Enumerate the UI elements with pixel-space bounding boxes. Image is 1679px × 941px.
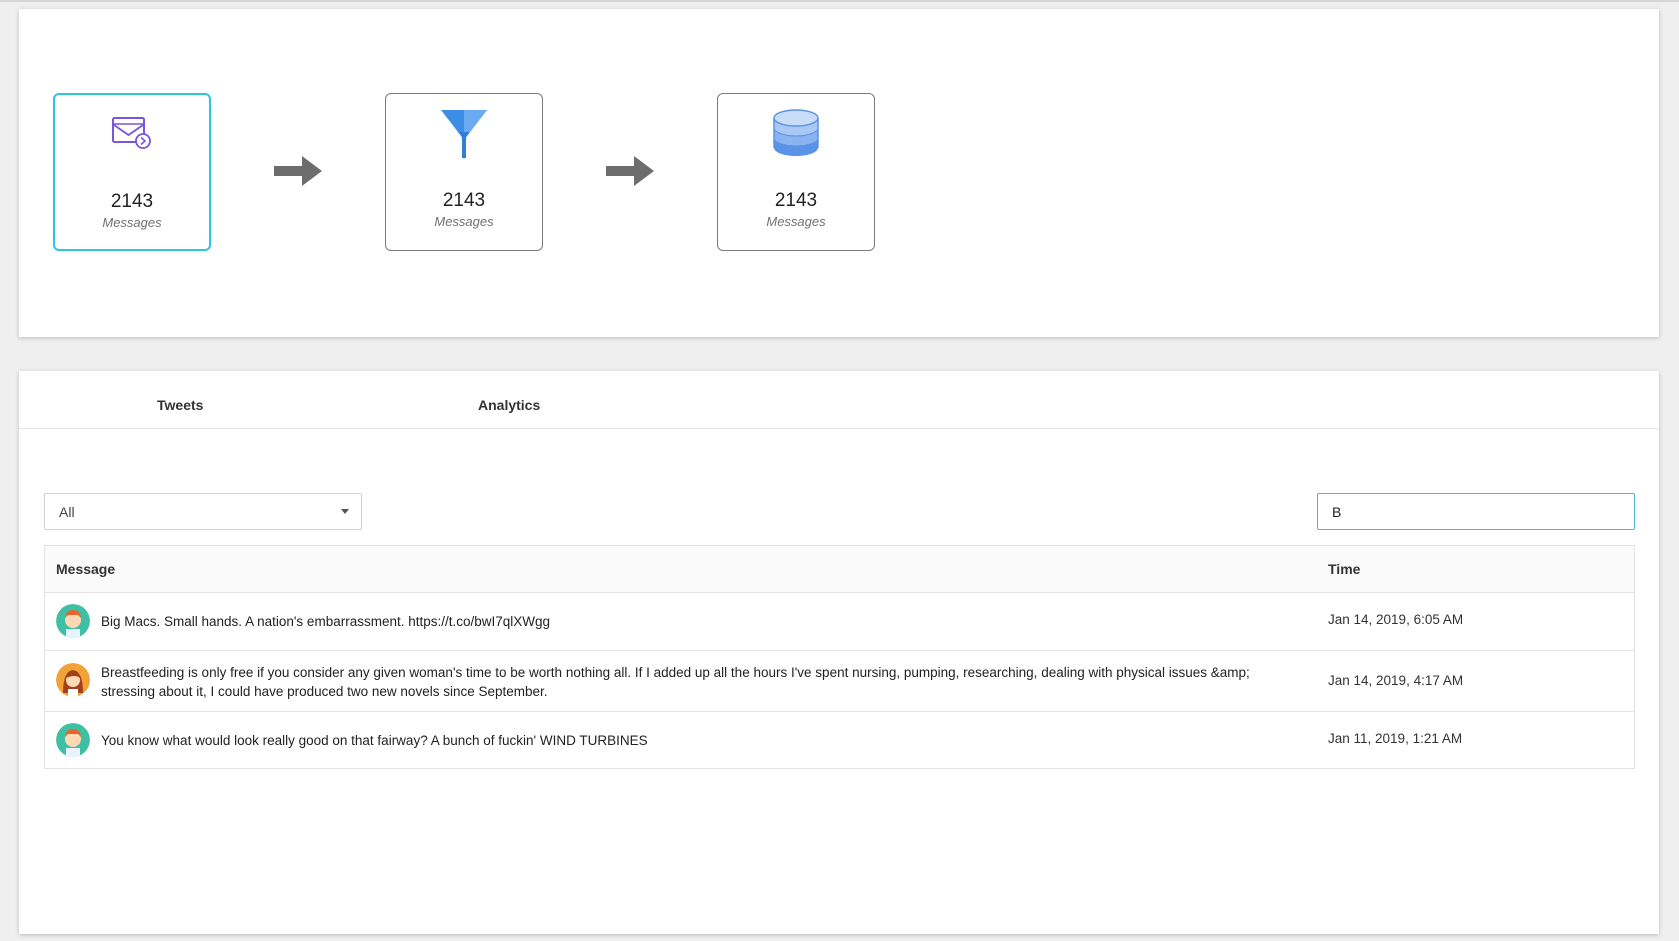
tweets-panel: Tweets Analytics All Message Time Big Ma… <box>19 371 1659 934</box>
database-icon <box>773 109 819 156</box>
stage-storage[interactable]: 2143 Messages <box>717 93 875 251</box>
caret-down-icon <box>341 509 349 514</box>
filter-select-value: All <box>59 504 75 520</box>
column-header-message[interactable]: Message <box>56 561 115 577</box>
message-text: Big Macs. Small hands. A nation's embarr… <box>101 614 551 629</box>
messages-table: Message Time Big Macs. Small hands. A na… <box>44 545 1635 769</box>
column-header-time[interactable]: Time <box>1328 561 1360 577</box>
tab-analytics[interactable]: Analytics <box>478 397 540 413</box>
stage-unit: Messages <box>766 214 826 229</box>
male-avatar-icon <box>56 604 90 638</box>
stage-source[interactable]: 2143 Messages <box>53 93 211 251</box>
table-header: Message Time <box>45 546 1634 593</box>
funnel-icon <box>441 110 487 158</box>
message-time: Jan 11, 2019, 1:21 AM <box>1328 731 1463 746</box>
stage-unit: Messages <box>434 214 494 229</box>
message-time: Jan 14, 2019, 6:05 AM <box>1328 612 1464 627</box>
pipeline-panel: 2143 Messages 2143 Messages 2143 Message… <box>19 9 1659 337</box>
arrow-right-icon <box>274 156 322 186</box>
table-row[interactable]: Breastfeeding is only free if you consid… <box>45 651 1634 712</box>
message-time: Jan 14, 2019, 4:17 AM <box>1328 673 1464 688</box>
stage-count: 2143 <box>442 190 486 211</box>
filter-select[interactable]: All <box>44 493 362 530</box>
stage-count: 2143 <box>110 191 154 212</box>
stage-count: 2143 <box>774 190 818 211</box>
search-input[interactable] <box>1317 493 1635 530</box>
message-text: You know what would look really good on … <box>101 733 648 748</box>
tab-tweets[interactable]: Tweets <box>157 397 203 413</box>
arrow-right-icon <box>606 156 654 186</box>
stage-filter[interactable]: 2143 Messages <box>385 93 543 251</box>
female-avatar-icon <box>56 663 90 697</box>
table-row[interactable]: You know what would look really good on … <box>45 712 1634 768</box>
message-text: Breastfeeding is only free if you consid… <box>101 665 1250 699</box>
male-avatar-icon <box>56 723 90 757</box>
stage-unit: Messages <box>102 215 162 230</box>
tab-bar: Tweets Analytics <box>19 371 1659 429</box>
mail-icon <box>112 117 151 149</box>
table-row[interactable]: Big Macs. Small hands. A nation's embarr… <box>45 593 1634 651</box>
top-divider <box>0 0 1679 2</box>
